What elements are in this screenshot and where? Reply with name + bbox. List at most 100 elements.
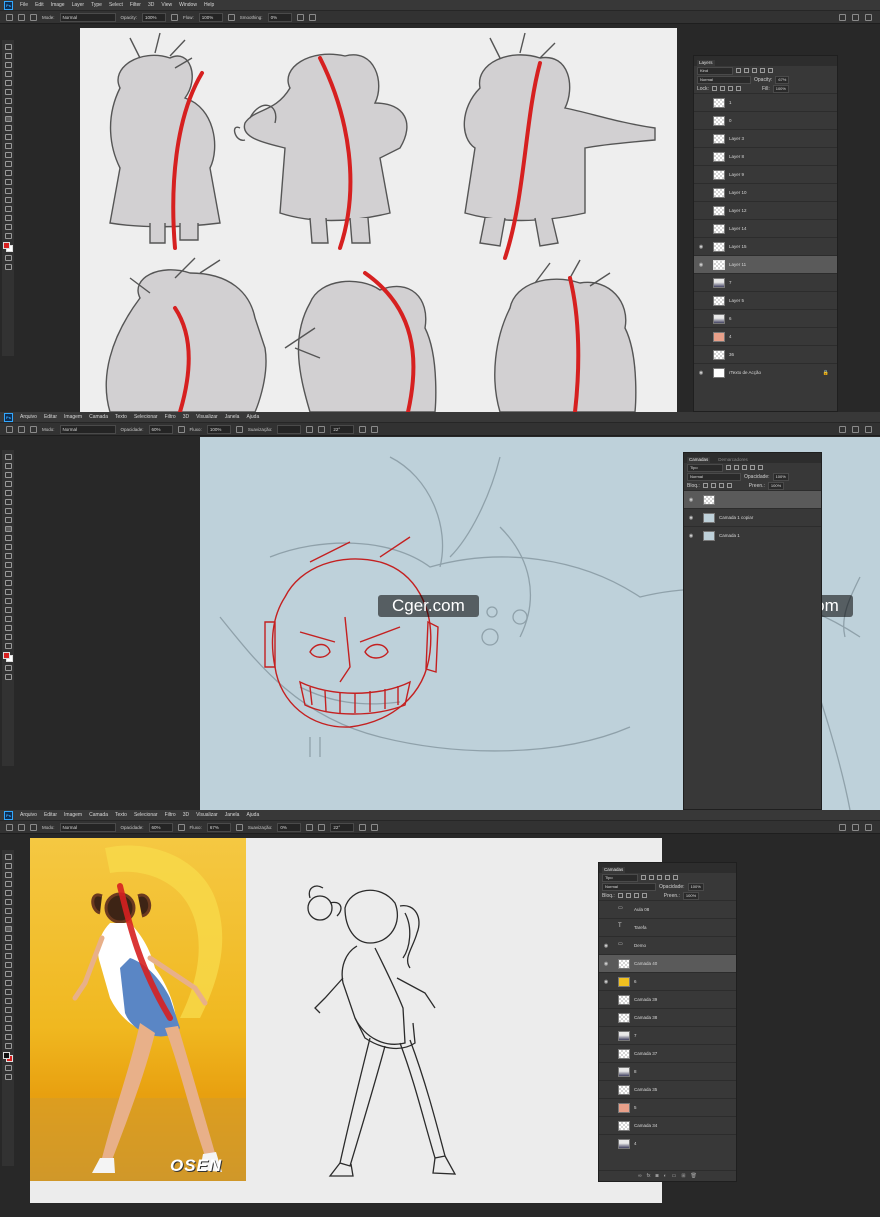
visibility-eye-icon[interactable]: ◉ [687,497,695,503]
pen-tool-icon[interactable] [4,179,12,185]
gradient-tool-icon[interactable] [4,562,12,568]
home-icon[interactable] [6,425,13,433]
lock-position-icon[interactable] [718,483,724,488]
blend-mode-select[interactable]: Normal [697,75,751,84]
zoom-tool-icon[interactable] [4,224,12,230]
layer-kind-filter[interactable]: Kind [697,66,733,75]
layer-row[interactable]: 0 [694,111,837,129]
layer-row[interactable]: 36 [694,345,837,363]
menu-editar[interactable]: Editar [44,414,57,420]
lock-transparent-icon[interactable] [711,86,717,91]
filter-type-icon[interactable] [742,465,747,470]
new-layer-icon[interactable]: ⊞ [681,1173,685,1179]
workspace-icon[interactable] [852,13,859,21]
pen-tool-icon[interactable] [4,989,12,995]
layer-opacity-field[interactable]: 67% [775,75,790,84]
menu-visualizar[interactable]: Visualizar [196,812,218,818]
gear-icon[interactable] [296,13,304,21]
color-swatches[interactable] [3,1052,13,1062]
blend-mode-select[interactable]: Normal [602,882,656,891]
menu-ajuda[interactable]: Ajuda [246,812,259,818]
flow-field[interactable]: 100% [198,12,223,22]
workspace-icon[interactable] [852,823,859,831]
brush-preset-icon[interactable] [18,823,25,831]
visibility-eye-icon[interactable]: ◉ [602,961,610,967]
menu-janela[interactable]: Janela [225,414,240,420]
opacity-field[interactable]: 100% [142,12,167,22]
healing-tool-icon[interactable] [4,917,12,923]
workspace-icon[interactable] [852,425,859,433]
menu-selecionar[interactable]: Selecionar [134,812,158,818]
menu-camada[interactable]: Camada [89,414,108,420]
hand-tool-icon[interactable] [4,215,12,221]
angle-field[interactable]: 22° [330,822,355,832]
tab-camadas[interactable]: Camadas [687,457,711,463]
symmetry-icon[interactable] [371,425,379,433]
foreground-color-swatch[interactable] [3,1052,10,1059]
brush-tool-icon[interactable] [4,526,12,532]
adjustment-layer-icon[interactable]: ◐ [664,1173,667,1179]
share-icon[interactable] [865,823,872,831]
crop-tool-icon[interactable] [4,890,12,896]
layer-row[interactable]: Layer 5 [694,291,837,309]
menu-layer[interactable]: Layer [72,2,85,8]
move-tool-icon[interactable] [4,44,12,50]
menu-3d[interactable]: 3D [183,812,189,818]
smoothing-field[interactable]: 0% [267,12,292,22]
shape-tool-icon[interactable] [4,206,12,212]
pen-tool-icon[interactable] [4,589,12,595]
brush-preset-icon[interactable] [18,13,25,21]
layer-row[interactable]: 7 [599,1026,736,1044]
zoom-tool-icon[interactable] [4,634,12,640]
delete-layer-icon[interactable]: 🗑 [691,1173,697,1179]
lasso-tool-icon[interactable] [4,472,12,478]
filter-type-icon[interactable] [752,68,757,73]
angle-icon[interactable] [318,823,326,831]
airbrush-icon[interactable] [235,425,243,433]
visibility-eye-icon[interactable]: ◉ [687,533,695,539]
healing-tool-icon[interactable] [4,107,12,113]
menu-view[interactable]: View [161,2,172,8]
stamp-tool-icon[interactable] [4,935,12,941]
layer-row[interactable]: ◉ [684,490,821,508]
canvas-character-turnaround[interactable] [80,28,677,412]
lock-all-icon[interactable] [726,483,732,488]
search-icon[interactable] [839,425,846,433]
crop-tool-icon[interactable] [4,80,12,86]
hand-tool-icon[interactable] [4,1025,12,1031]
brush-preset-icon[interactable] [18,425,25,433]
lock-position-icon[interactable] [633,893,639,898]
layer-row[interactable]: 1 [694,93,837,111]
flow-field[interactable]: 67% [206,822,231,832]
brush-settings-icon[interactable] [30,13,37,21]
brush-settings-icon[interactable] [30,425,37,433]
lock-pixels-icon[interactable] [625,893,631,898]
layer-row[interactable]: ▭ Aula 08 [599,900,736,918]
angle-icon[interactable] [318,425,326,433]
layer-row[interactable]: ◉ rTexto de Acção 🔒 [694,363,837,381]
color-swatches[interactable] [3,242,13,252]
fx-icon[interactable]: fx [647,1173,651,1179]
filter-pixel-icon[interactable] [736,68,741,73]
eraser-tool-icon[interactable] [4,143,12,149]
airbrush-icon[interactable] [227,13,235,21]
type-tool-icon[interactable] [4,998,12,1004]
menu-select[interactable]: Select [109,2,123,8]
mode-select[interactable]: Normal [59,424,116,434]
filter-type-icon[interactable] [657,875,662,880]
tab-demarcadores[interactable]: Demarcadores [716,457,750,463]
frame-tool-icon[interactable] [4,499,12,505]
filter-shape-icon[interactable] [760,68,765,73]
stamp-tool-icon[interactable] [4,125,12,131]
layer-row[interactable]: T Tarefa [599,918,736,936]
home-icon[interactable] [6,823,13,831]
history-brush-tool-icon[interactable] [4,944,12,950]
brush-tool-icon[interactable] [4,926,12,932]
airbrush-icon[interactable] [235,823,243,831]
menu-3d[interactable]: 3D [148,2,154,8]
lock-position-icon[interactable] [727,86,733,91]
layer-fill-field[interactable]: 100% [772,84,789,93]
blend-mode-select[interactable]: Normal [687,472,741,481]
filter-smart-icon[interactable] [758,465,763,470]
symmetry-icon[interactable] [371,823,379,831]
